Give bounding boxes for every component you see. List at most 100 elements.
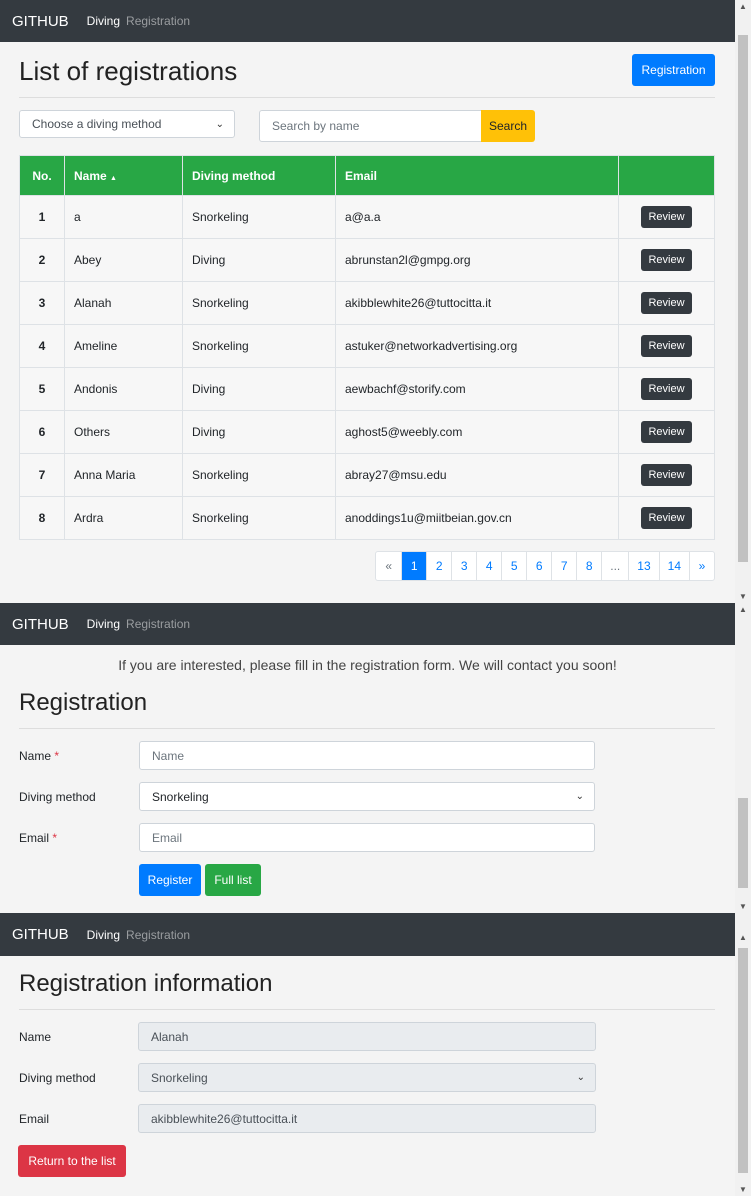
return-button[interactable]: Return to the list bbox=[18, 1145, 126, 1177]
brand-link[interactable]: GITHUB bbox=[12, 13, 69, 30]
cell-actions: Review bbox=[618, 453, 715, 497]
form-title: Registration bbox=[19, 689, 148, 716]
name-input[interactable]: Name bbox=[139, 741, 595, 770]
cell-method: Diving bbox=[182, 367, 336, 411]
divider bbox=[19, 1009, 715, 1010]
col-name-label: Name bbox=[74, 168, 107, 183]
email-label: Email bbox=[19, 1112, 50, 1126]
cell-no: 8 bbox=[19, 496, 65, 540]
brand-link[interactable]: GITHUB bbox=[12, 926, 69, 943]
review-button[interactable]: Review bbox=[641, 421, 692, 443]
table-row: 4 Ameline Snorkeling astuker@networkadve… bbox=[19, 324, 715, 368]
cell-method: Snorkeling bbox=[182, 453, 336, 497]
page-link[interactable]: 1 bbox=[401, 552, 427, 580]
cell-no: 1 bbox=[19, 195, 65, 239]
page-link[interactable]: 14 bbox=[658, 552, 689, 580]
cell-email: aewbachf@storify.com bbox=[335, 367, 619, 411]
col-name[interactable]: Name ▲ bbox=[64, 155, 183, 196]
review-button[interactable]: Review bbox=[641, 206, 692, 228]
cell-no: 6 bbox=[19, 410, 65, 454]
cell-name: Ardra bbox=[64, 496, 183, 540]
brand-link[interactable]: GITHUB bbox=[12, 616, 69, 633]
cell-actions: Review bbox=[618, 238, 715, 282]
chevron-down-icon: ⌄ bbox=[575, 791, 584, 802]
chevron-down-icon: ⌄ bbox=[215, 118, 224, 130]
review-button[interactable]: Review bbox=[641, 335, 692, 357]
nav-registration[interactable]: Registration bbox=[126, 617, 190, 631]
cell-name: Others bbox=[64, 410, 183, 454]
page-link[interactable]: 13 bbox=[628, 552, 658, 580]
divider bbox=[19, 97, 715, 98]
table-row: 3 Alanah Snorkeling akibblewhite26@tutto… bbox=[19, 281, 715, 325]
filter-placeholder: Choose a diving method bbox=[32, 117, 162, 131]
review-button[interactable]: Review bbox=[641, 249, 692, 271]
navbar: GITHUB Diving Registration bbox=[0, 0, 735, 42]
review-button[interactable]: Review bbox=[641, 507, 692, 529]
search-input[interactable]: Search by name bbox=[259, 110, 482, 142]
page-link[interactable]: » bbox=[689, 552, 714, 580]
name-label: Name * bbox=[19, 749, 60, 763]
email-input[interactable]: Email bbox=[139, 823, 595, 852]
nav-registration[interactable]: Registration bbox=[126, 928, 190, 942]
scrollbar[interactable]: ▲ ▼ bbox=[735, 0, 751, 603]
table-row: 5 Andonis Diving aewbachf@storify.com Re… bbox=[19, 367, 715, 411]
page-link[interactable]: 7 bbox=[551, 552, 576, 580]
col-actions bbox=[618, 155, 715, 196]
cell-actions: Review bbox=[618, 324, 715, 368]
method-label: Diving method bbox=[19, 1071, 96, 1085]
registration-button[interactable]: Registration bbox=[632, 54, 715, 86]
scrollbar[interactable]: ▲ ▼ bbox=[735, 913, 751, 1196]
cell-email: akibblewhite26@tuttocitta.it bbox=[335, 281, 619, 325]
info-title: Registration information bbox=[19, 970, 273, 997]
page-link[interactable]: « bbox=[376, 552, 401, 580]
cell-email: astuker@networkadvertising.org bbox=[335, 324, 619, 368]
cell-actions: Review bbox=[618, 367, 715, 411]
search-button[interactable]: Search bbox=[481, 110, 535, 142]
page-link[interactable]: 4 bbox=[476, 552, 501, 580]
cell-email: aghost5@weebly.com bbox=[335, 410, 619, 454]
cell-method: Snorkeling bbox=[182, 195, 336, 239]
review-button[interactable]: Review bbox=[641, 378, 692, 400]
cell-email: abray27@msu.edu bbox=[335, 453, 619, 497]
email-field: akibblewhite26@tuttocitta.it bbox=[138, 1104, 596, 1133]
cell-no: 5 bbox=[19, 367, 65, 411]
col-email: Email bbox=[335, 155, 619, 196]
full-list-button[interactable]: Full list bbox=[205, 864, 261, 896]
page-link[interactable]: 6 bbox=[526, 552, 551, 580]
name-field: Alanah bbox=[138, 1022, 596, 1051]
cell-actions: Review bbox=[618, 410, 715, 454]
nav-diving[interactable]: Diving bbox=[87, 928, 120, 942]
page-link[interactable]: 5 bbox=[501, 552, 526, 580]
cell-method: Diving bbox=[182, 238, 336, 282]
table-row: 7 Anna Maria Snorkeling abray27@msu.edu … bbox=[19, 453, 715, 497]
cell-email: a@a.a bbox=[335, 195, 619, 239]
scrollbar[interactable]: ▲ ▼ bbox=[735, 603, 751, 913]
sort-asc-icon: ▲ bbox=[110, 174, 117, 182]
page-link[interactable]: ... bbox=[601, 552, 628, 580]
nav-registration[interactable]: Registration bbox=[126, 14, 190, 28]
page-link[interactable]: 8 bbox=[576, 552, 601, 580]
cell-method: Snorkeling bbox=[182, 281, 336, 325]
col-method: Diving method bbox=[182, 155, 336, 196]
cell-name: Anna Maria bbox=[64, 453, 183, 497]
review-button[interactable]: Review bbox=[641, 292, 692, 314]
nav-diving[interactable]: Diving bbox=[87, 14, 120, 28]
pagination: «1 2 3 4 5 6 7 8... 13 14» bbox=[375, 551, 715, 581]
navbar: GITHUB Diving Registration bbox=[0, 913, 735, 956]
table-row: 8 Ardra Snorkeling anoddings1u@miitbeian… bbox=[19, 496, 715, 540]
register-button[interactable]: Register bbox=[139, 864, 201, 896]
nav-diving[interactable]: Diving bbox=[87, 617, 120, 631]
cell-actions: Review bbox=[618, 195, 715, 239]
cell-no: 3 bbox=[19, 281, 65, 325]
page-link[interactable]: 3 bbox=[451, 552, 476, 580]
review-button[interactable]: Review bbox=[641, 464, 692, 486]
diving-method-filter[interactable]: Choose a diving method ⌄ bbox=[19, 110, 235, 138]
registration-page: GITHUB Diving Registration If you are in… bbox=[0, 603, 751, 913]
page-link[interactable]: 2 bbox=[426, 552, 451, 580]
cell-method: Snorkeling bbox=[182, 496, 336, 540]
method-select[interactable]: Snorkeling ⌄ bbox=[139, 782, 595, 811]
chevron-down-icon: ⌄ bbox=[576, 1072, 585, 1083]
method-field: Snorkeling ⌄ bbox=[138, 1063, 596, 1092]
method-value: Snorkeling bbox=[152, 789, 209, 804]
cell-name: Abey bbox=[64, 238, 183, 282]
